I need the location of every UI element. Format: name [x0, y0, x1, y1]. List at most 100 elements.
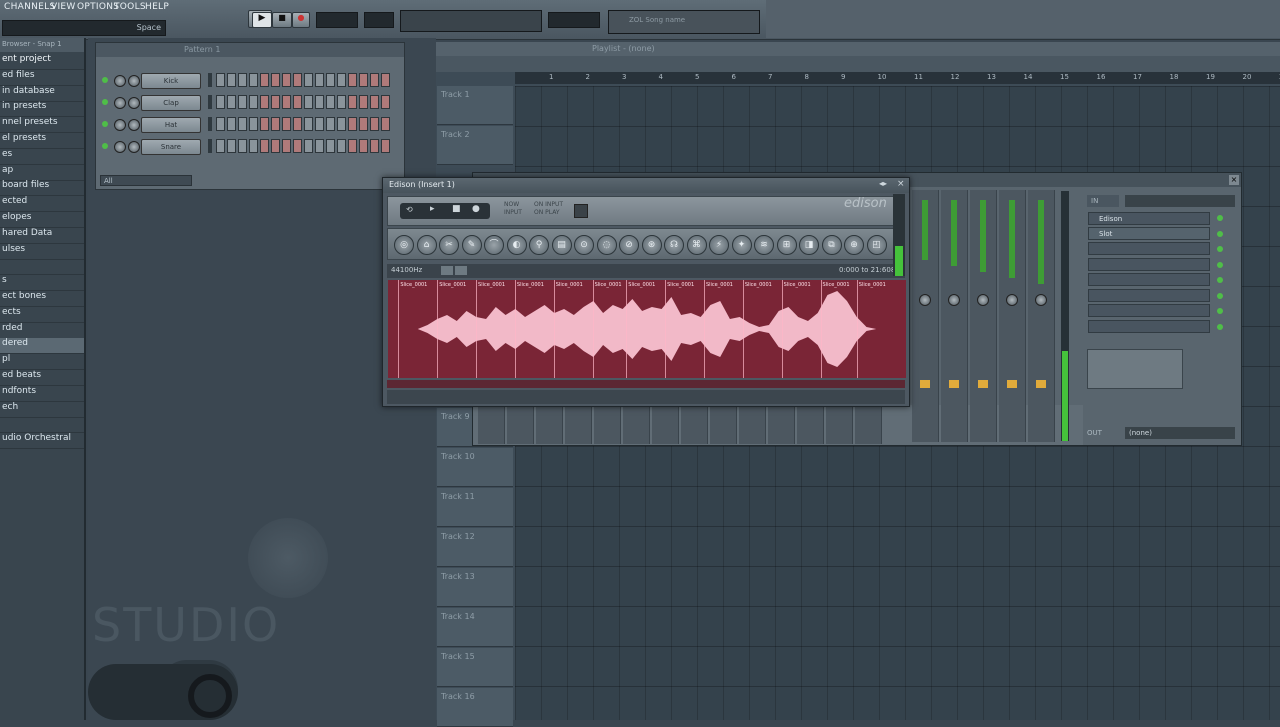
step-button[interactable] — [348, 95, 357, 109]
step-button[interactable] — [370, 117, 379, 131]
channel-button[interactable]: Kick — [141, 73, 201, 89]
step-button[interactable] — [381, 139, 390, 153]
pattern-display[interactable] — [400, 10, 542, 32]
edison-tool-icon[interactable]: ⌘ — [686, 235, 707, 255]
snap-toggle[interactable] — [455, 266, 467, 275]
insert-slot-empty[interactable] — [1088, 288, 1210, 302]
edison-tool-icon[interactable]: ⌂ — [416, 235, 437, 255]
browser-item[interactable]: ects — [0, 307, 84, 323]
step-button[interactable] — [260, 117, 269, 131]
mute-led[interactable] — [102, 77, 108, 83]
step-button[interactable] — [315, 117, 324, 131]
browser-item[interactable]: ected — [0, 196, 84, 213]
region-marker[interactable] — [742, 280, 744, 378]
browser-item[interactable] — [0, 259, 84, 276]
edison-tool-icon[interactable]: ◨ — [799, 235, 819, 255]
option-input[interactable]: INPUT — [504, 209, 522, 216]
step-button[interactable] — [304, 73, 313, 87]
browser-item[interactable]: ent project — [0, 54, 84, 70]
detach-icon[interactable]: ◂▸ — [879, 179, 887, 188]
timeline-ruler[interactable]: 123456789101112131415161718192021 — [515, 72, 1280, 84]
edison-tool-icon[interactable]: ⊙ — [574, 235, 594, 255]
record-button[interactable]: ● — [292, 12, 310, 28]
insert-slot-empty[interactable] — [1088, 242, 1210, 255]
insert-pan-knob[interactable] — [1035, 294, 1047, 306]
edison-close-icon[interactable]: × — [897, 179, 905, 189]
step-button[interactable] — [227, 117, 236, 131]
mixer-fader-strip[interactable] — [826, 404, 853, 444]
step-button[interactable] — [348, 73, 357, 87]
step-button[interactable] — [271, 95, 280, 109]
play-button[interactable]: ▶ — [252, 12, 272, 28]
insert-route-button[interactable] — [920, 380, 930, 388]
step-button[interactable] — [227, 139, 236, 153]
browser-item[interactable]: board files — [0, 180, 84, 197]
mixer-fader-strip[interactable] — [652, 404, 679, 444]
step-button[interactable] — [249, 73, 258, 87]
insert-slot-empty[interactable] — [1088, 304, 1210, 317]
option-on-play[interactable]: ON PLAY — [534, 209, 560, 216]
step-button[interactable] — [293, 95, 302, 109]
step-button[interactable] — [260, 95, 269, 109]
edison-tool-icon[interactable]: ☊ — [664, 235, 684, 255]
step-button[interactable] — [348, 139, 357, 153]
mixer-fader-strip[interactable] — [768, 404, 795, 444]
step-button[interactable] — [271, 117, 280, 131]
region-marker[interactable] — [398, 280, 400, 378]
tempo-display[interactable] — [316, 12, 358, 28]
step-button[interactable] — [370, 73, 379, 87]
step-button[interactable] — [337, 139, 346, 153]
browser-item[interactable]: ed files — [0, 70, 84, 86]
channel-filter[interactable]: All — [100, 175, 192, 186]
output-select[interactable]: (none) — [1125, 427, 1235, 439]
browser-item[interactable]: in database — [0, 86, 84, 102]
step-button[interactable] — [216, 73, 225, 87]
browser-item[interactable]: ndfonts — [0, 386, 84, 402]
track-header[interactable]: Track 14 — [437, 608, 513, 647]
line-selector[interactable] — [548, 12, 600, 28]
region-marker[interactable] — [476, 280, 478, 378]
edison-tool-icon[interactable]: ⌒ — [484, 235, 504, 255]
step-button[interactable] — [359, 95, 368, 109]
menu-options[interactable]: OPTIONS — [77, 2, 119, 12]
step-button[interactable] — [238, 73, 247, 87]
step-button[interactable] — [271, 139, 280, 153]
edison-tool-icon[interactable]: ≋ — [754, 235, 774, 255]
option-now[interactable]: NOW — [504, 201, 519, 208]
step-button[interactable] — [337, 73, 346, 87]
track-header[interactable]: Track 11 — [437, 488, 513, 527]
step-button[interactable] — [260, 139, 269, 153]
mixer-insert-strip[interactable] — [999, 190, 1026, 442]
mixer-insert-strip[interactable] — [970, 190, 997, 442]
step-button[interactable] — [370, 139, 379, 153]
region-marker[interactable] — [820, 280, 822, 378]
track-header[interactable]: Track 10 — [437, 448, 513, 487]
step-button[interactable] — [282, 73, 291, 87]
channel-button[interactable]: Hat — [141, 117, 201, 133]
volume-knob[interactable] — [128, 119, 140, 131]
edison-stop-icon[interactable]: ■ — [452, 204, 461, 214]
step-button[interactable] — [238, 95, 247, 109]
channel-selector[interactable] — [208, 73, 212, 87]
edison-tool-icon[interactable]: ◎ — [394, 235, 414, 255]
insert-slot-selected[interactable]: Slot — [1088, 227, 1210, 240]
browser-item[interactable]: ech — [0, 402, 84, 418]
pan-knob[interactable] — [114, 141, 126, 153]
browser-item[interactable]: pl — [0, 354, 84, 371]
mixer-insert-strip[interactable] — [1028, 190, 1055, 442]
step-button[interactable] — [381, 73, 390, 87]
step-button[interactable] — [249, 95, 258, 109]
track-header[interactable]: Track 12 — [437, 528, 513, 567]
step-button[interactable] — [304, 139, 313, 153]
track-header[interactable]: Track 1 — [437, 86, 513, 125]
slot-enable-led[interactable] — [1217, 246, 1223, 252]
step-button[interactable] — [293, 73, 302, 87]
volume-knob[interactable] — [128, 75, 140, 87]
menu-tools[interactable]: TOOLS — [114, 2, 146, 12]
option-on-input[interactable]: ON INPUT — [534, 201, 563, 208]
mixer-fader-strip[interactable] — [739, 404, 766, 444]
step-button[interactable] — [227, 73, 236, 87]
loop-icon[interactable]: ⟲ — [406, 205, 413, 214]
step-button[interactable] — [381, 95, 390, 109]
slot-enable-led[interactable] — [1217, 308, 1223, 314]
